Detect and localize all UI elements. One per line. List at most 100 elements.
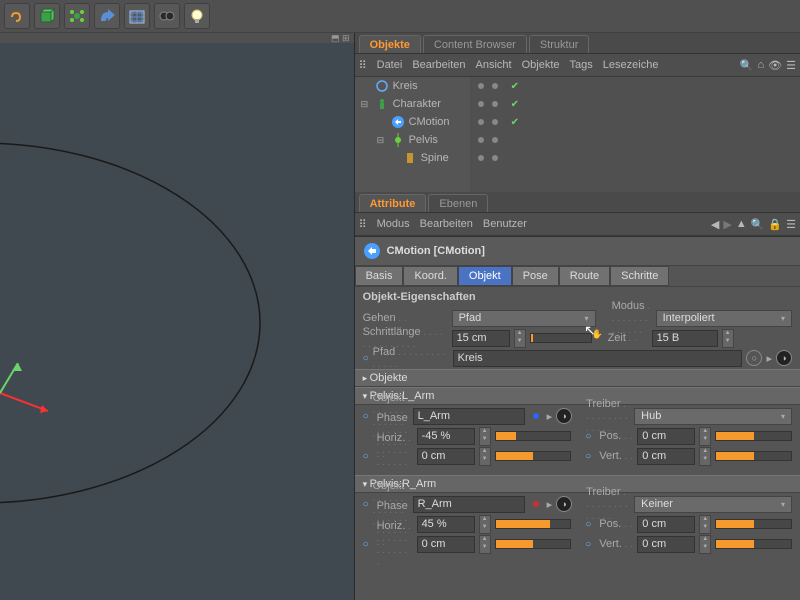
target-icon[interactable]: ◑ bbox=[556, 496, 572, 512]
menu-datei[interactable]: Datei bbox=[377, 59, 403, 71]
slider-vert-l[interactable] bbox=[715, 451, 792, 461]
next-icon[interactable]: ▶ bbox=[723, 218, 731, 231]
obj-row-pelvis[interactable]: ⊟ Pelvis bbox=[355, 131, 470, 149]
subtab-koord[interactable]: Koord. bbox=[403, 266, 457, 286]
slider-horiz-l[interactable] bbox=[495, 451, 572, 461]
chain-icon[interactable] bbox=[4, 3, 30, 29]
stepper-zeit[interactable]: ▲▼ bbox=[722, 329, 734, 348]
input-pos-r[interactable]: 0 cm bbox=[637, 516, 695, 533]
slider-pos-r[interactable] bbox=[715, 519, 792, 529]
stepper-phase-l[interactable]: ▲▼ bbox=[479, 427, 491, 446]
input-horiz-l[interactable]: 0 cm bbox=[417, 448, 475, 465]
list-icon[interactable]: ☰ bbox=[786, 59, 796, 72]
grip-icon[interactable]: ⠿ bbox=[359, 59, 367, 72]
grid-icon[interactable] bbox=[124, 3, 150, 29]
googles-icon[interactable] bbox=[154, 3, 180, 29]
obj-row-kreis[interactable]: Kreis bbox=[355, 77, 470, 95]
cmotion-icon bbox=[391, 115, 405, 129]
pick-circle-icon[interactable]: ○ bbox=[746, 350, 762, 366]
dropdown-modus[interactable]: Interpoliert bbox=[656, 310, 792, 327]
circle-icon bbox=[375, 79, 389, 93]
menu-lesezeichen[interactable]: Lesezeiche bbox=[603, 59, 659, 71]
stepper-schritt[interactable]: ▲▼ bbox=[514, 329, 526, 348]
input-vert-l[interactable]: 0 cm bbox=[637, 448, 695, 465]
stepper-phase-r[interactable]: ▲▼ bbox=[479, 515, 491, 534]
obj-row-spine[interactable]: Spine bbox=[355, 149, 470, 167]
stepper-vert-r[interactable]: ▲▼ bbox=[699, 535, 711, 554]
section-objekte[interactable]: Objekte bbox=[355, 369, 800, 387]
dropdown-gehen[interactable]: Pfad bbox=[452, 310, 596, 327]
section-title: Objekt-Eigenschaften bbox=[355, 287, 800, 307]
slider-vert-r[interactable] bbox=[715, 539, 792, 549]
subtab-route[interactable]: Route bbox=[559, 266, 610, 286]
search-icon[interactable]: 🔍 bbox=[740, 59, 754, 72]
slider-phase-r[interactable] bbox=[495, 519, 572, 529]
linkfield-objekt-l[interactable]: L_Arm bbox=[413, 408, 525, 425]
target-icon[interactable]: ◑ bbox=[776, 350, 792, 366]
dropdown-treiber-l[interactable]: Hub bbox=[634, 408, 792, 425]
input-phase-l[interactable]: -45 % bbox=[417, 428, 475, 445]
attr-tab-strip: Attribute Ebenen bbox=[355, 192, 800, 213]
subtab-pose[interactable]: Pose bbox=[512, 266, 559, 286]
menu-ansicht[interactable]: Ansicht bbox=[476, 59, 512, 71]
menu-icon[interactable]: ☰ bbox=[786, 218, 796, 231]
obj-row-cmotion[interactable]: CMotion bbox=[355, 113, 470, 131]
goto-icon[interactable]: ▸ bbox=[766, 352, 772, 365]
up-icon[interactable]: ▲ bbox=[736, 218, 747, 230]
slider-horiz-r[interactable] bbox=[495, 539, 572, 549]
input-zeit[interactable]: 15 B bbox=[652, 330, 718, 347]
label-vert-r: Vert. bbox=[599, 538, 633, 550]
input-horiz-r[interactable]: 0 cm bbox=[417, 536, 475, 553]
extrude-icon[interactable] bbox=[94, 3, 120, 29]
slider-schrittlaenge[interactable] bbox=[530, 333, 592, 343]
menu-benutzer[interactable]: Benutzer bbox=[483, 218, 527, 230]
subtab-objekt[interactable]: Objekt bbox=[458, 266, 512, 286]
goto-icon[interactable]: ▸ bbox=[547, 498, 553, 511]
bulb-icon[interactable] bbox=[184, 3, 210, 29]
objects-menubar: ⠿ Datei Bearbeiten Ansicht Objekte Tags … bbox=[355, 54, 800, 77]
menu-bearbeiten[interactable]: Bearbeiten bbox=[412, 59, 465, 71]
lock-icon[interactable]: 🔒 bbox=[768, 218, 782, 231]
section-pelvis-rarm[interactable]: Pelvis:R_Arm bbox=[355, 475, 800, 493]
stepper-pos-l[interactable]: ▲▼ bbox=[699, 427, 711, 446]
tab-content-browser[interactable]: Content Browser bbox=[423, 35, 527, 53]
subtab-basis[interactable]: Basis bbox=[355, 266, 404, 286]
label-pfad: Pfad bbox=[373, 346, 449, 370]
tab-struktur[interactable]: Struktur bbox=[529, 35, 590, 53]
dropdown-treiber-r[interactable]: Keiner bbox=[634, 496, 792, 513]
menu-bearbeiten-attr[interactable]: Bearbeiten bbox=[420, 218, 473, 230]
eye-icon[interactable]: 👁 bbox=[768, 59, 782, 72]
stepper-pos-r[interactable]: ▲▼ bbox=[699, 515, 711, 534]
input-pos-l[interactable]: 0 cm bbox=[637, 428, 695, 445]
attr-menubar: ⠿ Modus Bearbeiten Benutzer ◀ ▶ ▲ 🔍 🔒 ☰ bbox=[355, 213, 800, 236]
section-pelvis-larm[interactable]: Pelvis:L_Arm bbox=[355, 387, 800, 405]
menu-objekte[interactable]: Objekte bbox=[522, 59, 560, 71]
target-icon[interactable]: ◑ bbox=[556, 408, 572, 424]
home-icon[interactable]: ⌂ bbox=[758, 59, 765, 71]
atoms-icon[interactable] bbox=[64, 3, 90, 29]
tab-objekte[interactable]: Objekte bbox=[359, 35, 421, 53]
object-manager[interactable]: Kreis ⊟ Charakter CMotion ⊟ Pelvis bbox=[355, 77, 800, 192]
input-phase-r[interactable]: 45 % bbox=[417, 516, 475, 533]
menu-modus[interactable]: Modus bbox=[377, 218, 410, 230]
subtab-schritte[interactable]: Schritte bbox=[610, 266, 669, 286]
stepper-horiz-r[interactable]: ▲▼ bbox=[479, 535, 491, 554]
obj-row-charakter[interactable]: ⊟ Charakter bbox=[355, 95, 470, 113]
prev-icon[interactable]: ◀ bbox=[711, 218, 719, 231]
stepper-horiz-l[interactable]: ▲▼ bbox=[479, 447, 491, 466]
stepper-vert-l[interactable]: ▲▼ bbox=[699, 447, 711, 466]
search-icon[interactable]: 🔍 bbox=[751, 218, 765, 231]
input-schrittlaenge[interactable]: 15 cm bbox=[452, 330, 510, 347]
cube-icon[interactable] bbox=[34, 3, 60, 29]
goto-icon[interactable]: ▸ bbox=[547, 410, 553, 423]
slider-phase-l[interactable] bbox=[495, 431, 572, 441]
tab-attribute[interactable]: Attribute bbox=[359, 194, 427, 212]
input-vert-r[interactable]: 0 cm bbox=[637, 536, 695, 553]
grip-icon[interactable]: ⠿ bbox=[359, 218, 367, 231]
slider-pos-l[interactable] bbox=[715, 431, 792, 441]
viewport-3d[interactable]: ⬒ ⊞ bbox=[0, 33, 355, 600]
linkfield-objekt-r[interactable]: R_Arm bbox=[413, 496, 525, 513]
menu-tags[interactable]: Tags bbox=[570, 59, 593, 71]
linkfield-pfad[interactable]: Kreis bbox=[453, 350, 743, 367]
tab-ebenen[interactable]: Ebenen bbox=[428, 194, 488, 212]
